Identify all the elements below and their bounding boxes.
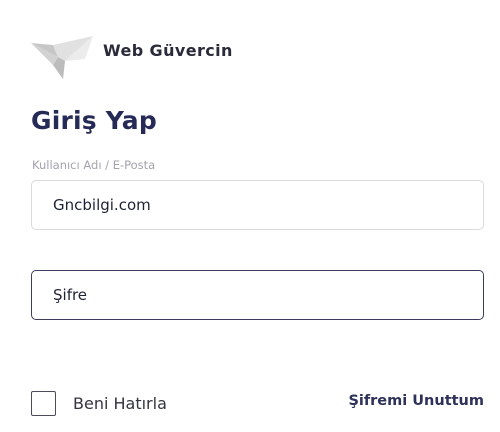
username-input[interactable] xyxy=(31,180,484,230)
username-label: Kullanıcı Adı / E-Posta xyxy=(32,158,156,172)
remember-me[interactable]: Beni Hatırla xyxy=(31,391,167,416)
pigeon-logo-icon xyxy=(31,36,93,79)
page-title: Giriş Yap xyxy=(31,106,157,135)
forgot-password-link[interactable]: Şifremi Unuttum xyxy=(348,393,484,409)
brand-name: Web Güvercin xyxy=(103,41,233,60)
password-input[interactable] xyxy=(31,270,484,320)
remember-checkbox[interactable] xyxy=(31,391,56,416)
remember-label: Beni Hatırla xyxy=(73,394,167,413)
brand: Web Güvercin xyxy=(31,33,232,81)
